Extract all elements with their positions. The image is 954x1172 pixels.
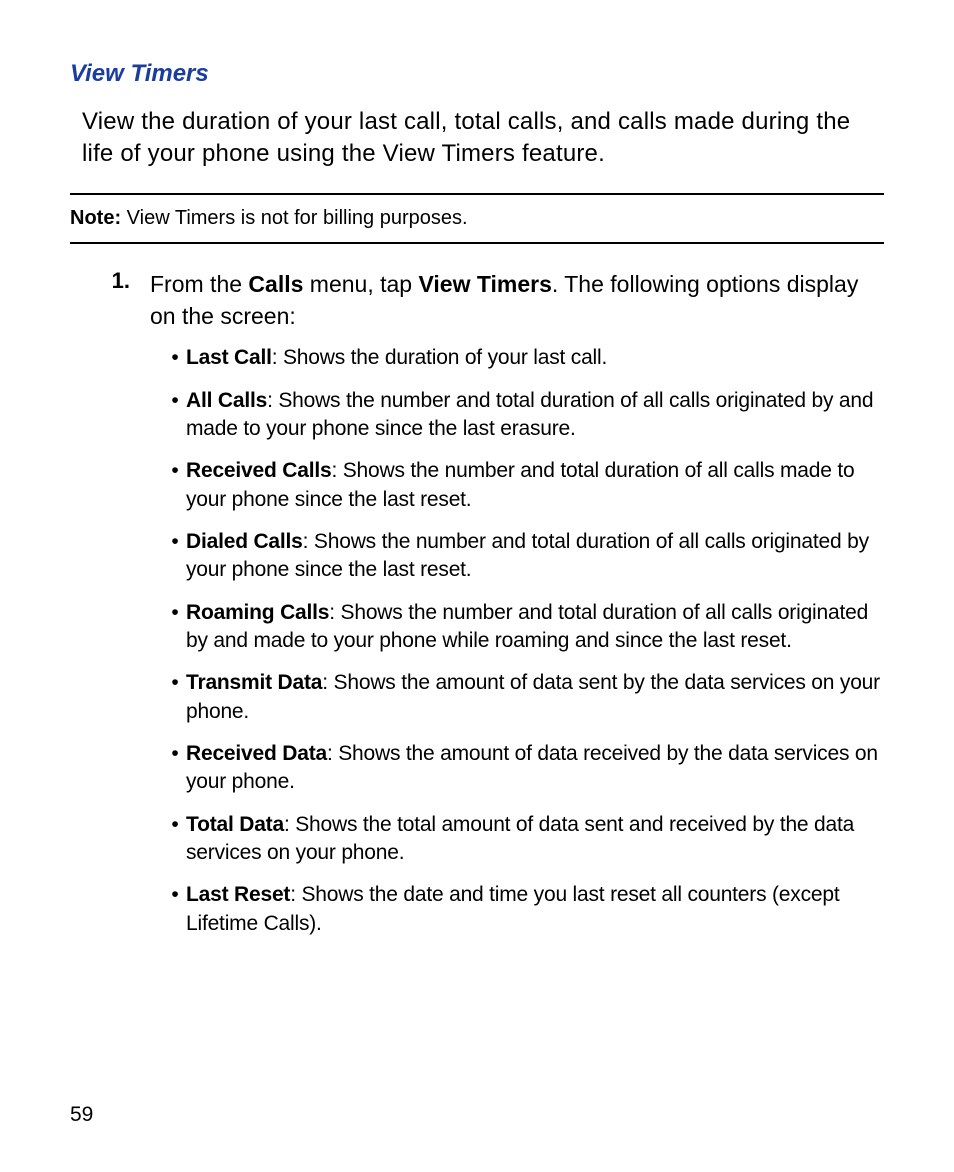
bullet-marker: • [164, 344, 186, 372]
bullet-term: Last Call [186, 346, 272, 369]
bullet-body: Received Calls: Shows the number and tot… [186, 457, 884, 514]
bullet-item: •All Calls: Shows the number and total d… [164, 387, 884, 444]
bullet-term: Total Data [186, 813, 284, 836]
bullet-body: Dialed Calls: Shows the number and total… [186, 528, 884, 585]
bullet-marker: • [164, 387, 186, 444]
note-label: Note: [70, 207, 121, 229]
bullet-item: •Last Reset: Shows the date and time you… [164, 881, 884, 938]
bullet-body: Received Data: Shows the amount of data … [186, 740, 884, 797]
bullet-desc: : Shows the total amount of data sent an… [186, 813, 854, 864]
bullet-term: Dialed Calls [186, 530, 303, 553]
bullet-marker: • [164, 740, 186, 797]
bullet-desc: : Shows the number and total duration of… [186, 389, 873, 440]
bullet-item: •Dialed Calls: Shows the number and tota… [164, 528, 884, 585]
bullet-term: Last Reset [186, 883, 290, 906]
bullet-term: Roaming Calls [186, 601, 329, 624]
bullet-marker: • [164, 881, 186, 938]
bullet-item: •Last Call: Shows the duration of your l… [164, 344, 884, 372]
step-bold1: Calls [248, 271, 303, 297]
bullet-marker: • [164, 528, 186, 585]
bullet-marker: • [164, 457, 186, 514]
step-pre: From the [150, 271, 248, 297]
bullet-marker: • [164, 669, 186, 726]
bullet-term: Received Calls [186, 459, 331, 482]
bullet-term: Transmit Data [186, 671, 322, 694]
bullet-body: All Calls: Shows the number and total du… [186, 387, 884, 444]
step-number: 1. [100, 268, 150, 332]
intro-paragraph: View the duration of your last call, tot… [82, 106, 884, 171]
step-body: From the Calls menu, tap View Timers. Th… [150, 268, 884, 332]
bullet-body: Transmit Data: Shows the amount of data … [186, 669, 884, 726]
bullet-item: •Total Data: Shows the total amount of d… [164, 811, 884, 868]
bullet-body: Last Call: Shows the duration of your la… [186, 344, 884, 372]
step-mid: menu, tap [303, 271, 418, 297]
bullet-term: All Calls [186, 389, 267, 412]
bullet-marker: • [164, 599, 186, 656]
bullet-desc: : Shows the duration of your last call. [272, 346, 607, 369]
step-bold2: View Timers [418, 271, 551, 297]
note-text: View Timers is not for billing purposes. [121, 207, 467, 229]
note-block: Note: View Timers is not for billing pur… [70, 193, 884, 244]
bullet-item: •Received Data: Shows the amount of data… [164, 740, 884, 797]
bullet-item: •Received Calls: Shows the number and to… [164, 457, 884, 514]
bullet-body: Last Reset: Shows the date and time you … [186, 881, 884, 938]
bullet-body: Roaming Calls: Shows the number and tota… [186, 599, 884, 656]
bullet-body: Total Data: Shows the total amount of da… [186, 811, 884, 868]
bullet-item: •Roaming Calls: Shows the number and tot… [164, 599, 884, 656]
bullet-item: •Transmit Data: Shows the amount of data… [164, 669, 884, 726]
section-heading: View Timers [70, 60, 884, 88]
step-row: 1. From the Calls menu, tap View Timers.… [100, 268, 884, 332]
page-number: 59 [70, 1103, 93, 1127]
bullet-marker: • [164, 811, 186, 868]
bullet-term: Received Data [186, 742, 327, 765]
bullet-list: •Last Call: Shows the duration of your l… [164, 344, 884, 938]
